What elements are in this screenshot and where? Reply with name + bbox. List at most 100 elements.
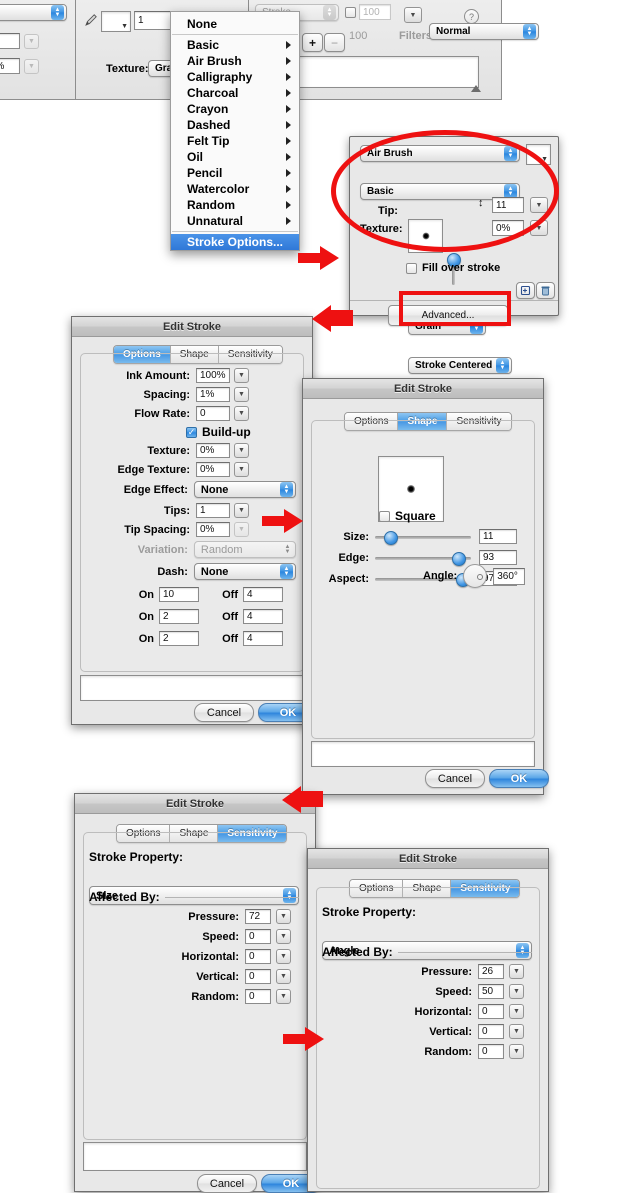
buildup-checkbox[interactable]: ✓ (186, 426, 197, 438)
tip-spacing-input[interactable]: 0% (196, 522, 230, 537)
stepper-arrows-icon[interactable]: ▲▼ (280, 564, 293, 579)
menu-item-stroke-options[interactable]: Stroke Options... (171, 234, 299, 250)
add-button[interactable]: + (302, 33, 323, 52)
left-popup[interactable]: ▲ ▼ (0, 4, 67, 21)
chevron-down-icon[interactable]: ▼ (24, 58, 39, 74)
menu-item-pencil[interactable]: Pencil (171, 165, 299, 181)
dash-on-input[interactable]: 2 (159, 631, 199, 646)
stroke-color-well[interactable]: ▼ (101, 11, 131, 32)
menu-item-calligraphy[interactable]: Calligraphy (171, 69, 299, 85)
dash-on-input[interactable]: 2 (159, 609, 199, 624)
tips-chevron-down-icon[interactable]: ▼ (234, 503, 249, 518)
size-slider[interactable] (375, 530, 471, 545)
dash-off-input[interactable]: 4 (243, 587, 283, 602)
pressure-input[interactable]: 26 (478, 964, 504, 979)
menu-item-basic[interactable]: Basic (171, 37, 299, 53)
vertical-chevron-down-icon[interactable]: ▼ (276, 969, 291, 984)
dash-off-input[interactable]: 4 (243, 609, 283, 624)
menu-item-crayon[interactable]: Crayon (171, 101, 299, 117)
menu-item-air-brush[interactable]: Air Brush (171, 53, 299, 69)
cancel-button-options[interactable]: Cancel (194, 703, 254, 722)
horizontal-chevron-down-icon[interactable]: ▼ (509, 1004, 524, 1019)
edge-slider[interactable] (375, 551, 471, 566)
remove-button[interactable]: − (324, 33, 345, 52)
speed-input[interactable]: 50 (478, 984, 504, 999)
texture-input[interactable]: 0% (196, 443, 230, 458)
flow-rate-chevron-down-icon[interactable]: ▼ (234, 406, 249, 421)
menu-item-unnatural[interactable]: Unnatural (171, 213, 299, 229)
chevron-down-icon[interactable]: ▼ (121, 23, 128, 30)
menu-item-charcoal[interactable]: Charcoal (171, 85, 299, 101)
stepper-arrows-icon[interactable]: ▲▼ (496, 358, 509, 373)
dash-popup[interactable]: None ▲ ▼ (193, 563, 296, 580)
dash-off-input[interactable]: 4 (243, 631, 283, 646)
pressure-chevron-down-icon[interactable]: ▼ (509, 964, 524, 979)
fill-over-stroke-row[interactable]: Fill over stroke (406, 262, 500, 274)
texture-chevron-down-icon[interactable]: ▼ (234, 443, 249, 458)
help-icon[interactable]: ? (464, 9, 479, 24)
edge-effect-popup[interactable]: None ▲ ▼ (193, 481, 296, 498)
edge-input[interactable]: 93 (479, 550, 517, 565)
opacity-checkbox[interactable] (345, 6, 356, 18)
ink-amount-chevron-down-icon[interactable]: ▼ (234, 368, 249, 383)
menu-item-none[interactable]: None (171, 16, 299, 32)
stepper-arrows-icon[interactable]: ▲▼ (323, 5, 336, 20)
tips-input[interactable]: 1 (196, 503, 230, 518)
square-checkbox[interactable] (379, 510, 390, 522)
random-input[interactable]: 0 (478, 1044, 504, 1059)
stepper-arrows-icon[interactable]: ▲▼ (51, 5, 64, 20)
delete-button[interactable] (536, 282, 555, 299)
stroke-alignment-popup[interactable]: Stroke Centered ▲ ▼ (408, 357, 512, 374)
variation-popup[interactable]: Random ▲ ▼ (193, 541, 296, 558)
vertical-input[interactable]: 0 (478, 1024, 504, 1039)
vertical-chevron-down-icon[interactable]: ▼ (509, 1024, 524, 1039)
menu-item-watercolor[interactable]: Watercolor (171, 181, 299, 197)
horizontal-input[interactable]: 0 (478, 1004, 504, 1019)
horizontal-input[interactable]: 0 (245, 949, 271, 964)
dash-on-input[interactable]: 10 (159, 587, 199, 602)
ok-button-shape[interactable]: OK (489, 769, 549, 788)
percent-input[interactable]: 0% (0, 58, 20, 74)
cancel-button-shape[interactable]: Cancel (425, 769, 485, 788)
layers-list[interactable] (277, 56, 479, 88)
opacity-input[interactable]: 0 (0, 33, 20, 49)
menu-item-dashed[interactable]: Dashed (171, 117, 299, 133)
spacing-chevron-down-icon[interactable]: ▼ (234, 387, 249, 402)
horizontal-chevron-down-icon[interactable]: ▼ (276, 949, 291, 964)
opacity-input[interactable]: 100 (359, 4, 391, 20)
chevron-down-icon[interactable]: ▼ (24, 33, 39, 49)
blend-mode-popup[interactable]: Normal ▲ ▼ (429, 23, 539, 40)
edge-texture-chevron-down-icon[interactable]: ▼ (234, 462, 249, 477)
menu-item-random[interactable]: Random (171, 197, 299, 213)
blend-chevron-down-icon[interactable]: ▼ (404, 7, 422, 23)
add-to-library-button[interactable] (516, 282, 535, 299)
menu-item-felt-tip[interactable]: Felt Tip (171, 133, 299, 149)
stepper-arrows-icon[interactable]: ▲▼ (280, 482, 293, 497)
size-input[interactable]: 11 (479, 529, 517, 544)
stepper-arrows-icon[interactable]: ▲▼ (282, 542, 293, 557)
random-input[interactable]: 0 (245, 989, 271, 1004)
row-square[interactable]: Square (379, 509, 436, 523)
random-chevron-down-icon[interactable]: ▼ (509, 1044, 524, 1059)
fill-over-stroke-checkbox[interactable] (406, 262, 417, 274)
angle-dial[interactable] (463, 564, 488, 588)
vertical-input[interactable]: 0 (245, 969, 271, 984)
spacing-input[interactable]: 1% (196, 387, 230, 402)
menu-item-oil[interactable]: Oil (171, 149, 299, 165)
speed-input[interactable]: 0 (245, 929, 271, 944)
flow-rate-input[interactable]: 0 (196, 406, 230, 421)
edge-texture-input[interactable]: 0% (196, 462, 230, 477)
scroll-up-arrow-icon[interactable] (471, 85, 481, 92)
slider-knob[interactable] (383, 530, 398, 545)
pressure-chevron-down-icon[interactable]: ▼ (276, 909, 291, 924)
cancel-button-sensitivity-size[interactable]: Cancel (197, 1174, 257, 1193)
row-buildup[interactable]: ✓ Build-up (186, 425, 251, 439)
angle-input[interactable]: 360° (493, 567, 526, 585)
pressure-input[interactable]: 72 (245, 909, 271, 924)
tip-spacing-chevron-down-icon[interactable]: ▼ (234, 522, 249, 537)
speed-chevron-down-icon[interactable]: ▼ (509, 984, 524, 999)
stepper-arrows-icon[interactable]: ▲▼ (523, 24, 536, 39)
speed-chevron-down-icon[interactable]: ▼ (276, 929, 291, 944)
random-chevron-down-icon[interactable]: ▼ (276, 989, 291, 1004)
ink-amount-input[interactable]: 100% (196, 368, 230, 383)
